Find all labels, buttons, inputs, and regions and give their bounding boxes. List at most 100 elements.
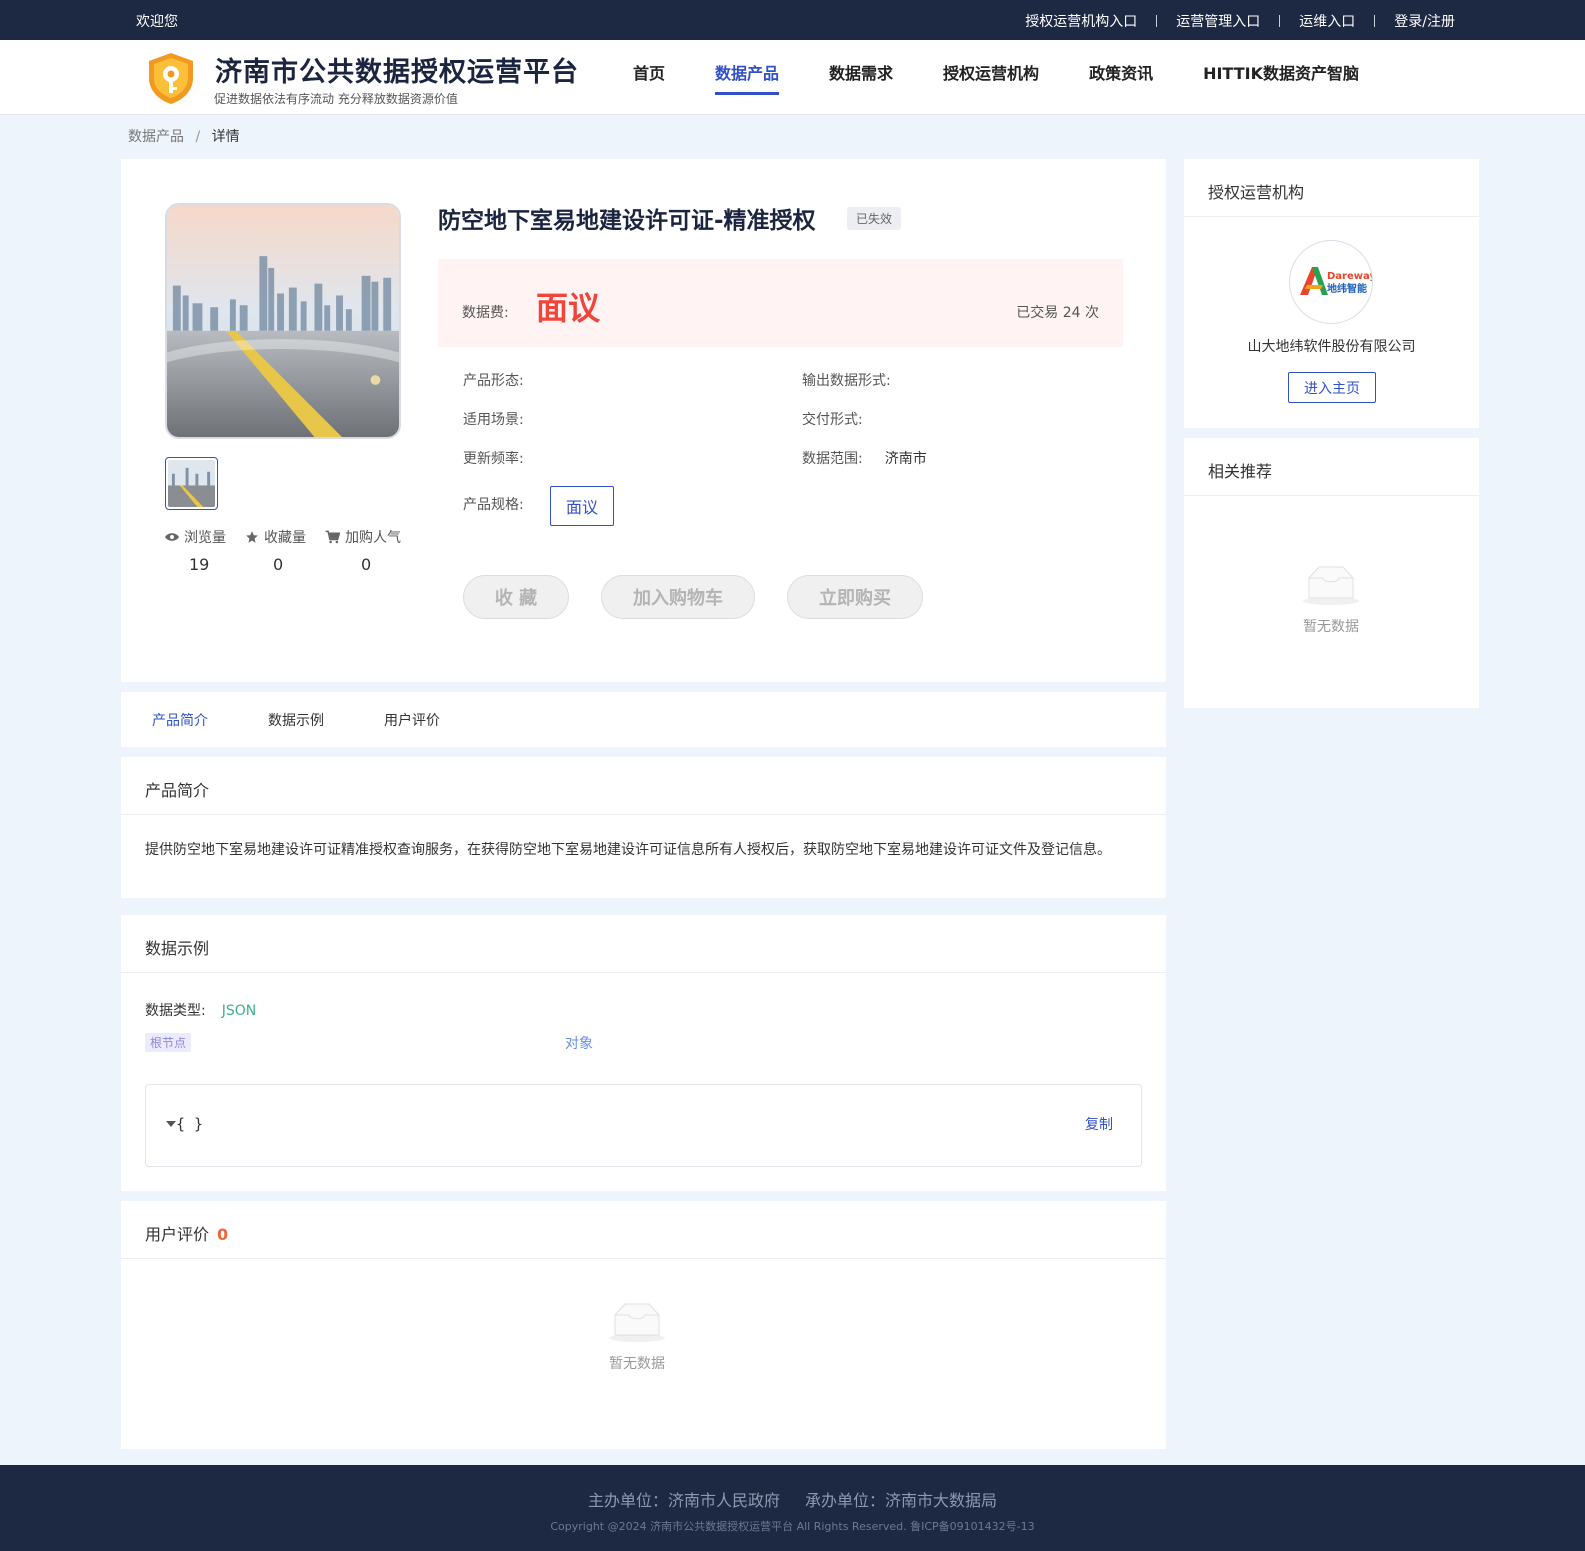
tab-sample[interactable]: 数据示例 bbox=[268, 710, 324, 730]
star-icon bbox=[246, 531, 258, 543]
product-thumbnail[interactable] bbox=[165, 457, 218, 510]
attr-spec: 产品规格: bbox=[463, 494, 524, 514]
intro-section: 产品简介 提供防空地下室易地建设许可证精准授权查询服务，在获得防空地下室易地建设… bbox=[121, 757, 1166, 898]
attr-delivery-label: 交付形式: bbox=[802, 412, 863, 428]
product-title: 防空地下室易地建设许可证-精准授权 bbox=[438, 208, 816, 234]
spec-option-button[interactable]: 面议 bbox=[550, 486, 614, 526]
reviews-count: 0 bbox=[217, 1225, 229, 1244]
stat-favorites: 收藏量 0 bbox=[245, 527, 325, 574]
json-viewer: { } 复制 bbox=[145, 1084, 1142, 1167]
related-card-title: 相关推荐 bbox=[1184, 438, 1479, 496]
link-ops-mgmt[interactable]: 运营管理入口 bbox=[1176, 11, 1260, 31]
attr-frequency: 更新频率: bbox=[463, 448, 546, 468]
detail-tabs: 产品简介 数据示例 用户评价 bbox=[121, 692, 1166, 747]
link-org-entry[interactable]: 授权运营机构入口 bbox=[1025, 11, 1137, 31]
reviews-title: 用户评价 bbox=[145, 1225, 210, 1244]
link-login-register[interactable]: 登录/注册 bbox=[1394, 11, 1455, 31]
attr-range: 数据范围: 济南市 bbox=[802, 448, 927, 468]
root-node-tag: 根节点 bbox=[145, 1033, 192, 1052]
org-homepage-button[interactable]: 进入主页 bbox=[1288, 372, 1376, 403]
org-logo-cn: 地纬智能 bbox=[1327, 282, 1367, 295]
stat-cart-label: 加购人气 bbox=[345, 530, 401, 546]
attr-scene-label: 适用场景: bbox=[463, 412, 524, 428]
product-image bbox=[165, 203, 401, 439]
intro-text: 提供防空地下室易地建设许可证精准授权查询服务，在获得防空地下室易地建设许可证信息… bbox=[145, 842, 1111, 858]
data-type: 数据类型: JSON bbox=[145, 1000, 256, 1020]
empty-inbox-icon bbox=[1303, 566, 1359, 605]
traded-count: 已交易 24 次 bbox=[1016, 305, 1099, 321]
buy-now-button[interactable]: 立即购买 bbox=[787, 575, 923, 619]
org-logo-en: Dareway bbox=[1327, 271, 1373, 282]
top-bar: 欢迎您 授权运营机构入口 运营管理入口 运维入口 登录/注册 bbox=[0, 0, 1585, 40]
link-maintenance[interactable]: 运维入口 bbox=[1299, 11, 1355, 31]
nav-hittik-brain[interactable]: HITTIK数据资产智脑 bbox=[1203, 60, 1359, 95]
attr-frequency-label: 更新频率: bbox=[463, 451, 524, 467]
nav-authorized-orgs[interactable]: 授权运营机构 bbox=[943, 60, 1039, 95]
attr-range-label: 数据范围: bbox=[802, 451, 863, 467]
stat-views-value: 19 bbox=[189, 555, 210, 574]
stat-views: 浏览量 19 bbox=[165, 527, 245, 574]
add-cart-button[interactable]: 加入购物车 bbox=[601, 575, 755, 619]
cart-icon bbox=[325, 530, 340, 544]
sample-title: 数据示例 bbox=[121, 915, 1166, 973]
main-nav: 首页 数据产品 数据需求 授权运营机构 政策资讯 HITTIK数据资产智脑 bbox=[633, 60, 1409, 95]
attr-delivery: 交付形式: bbox=[802, 409, 885, 429]
breadcrumb-parent[interactable]: 数据产品 bbox=[128, 129, 184, 145]
reviews-header: 用户评价 0 bbox=[121, 1201, 1166, 1259]
org-card-title: 授权运营机构 bbox=[1184, 159, 1479, 217]
attr-output: 输出数据形式: bbox=[802, 370, 913, 390]
divider bbox=[1374, 15, 1376, 27]
attr-form: 产品形态: bbox=[463, 370, 546, 390]
copy-button[interactable]: 复制 bbox=[1085, 1114, 1113, 1134]
stat-favorites-label: 收藏量 bbox=[264, 530, 306, 546]
stat-favorites-value: 0 bbox=[273, 555, 284, 574]
attr-spec-label: 产品规格: bbox=[463, 497, 524, 513]
tab-intro[interactable]: 产品简介 bbox=[152, 710, 208, 730]
root-node-type: 对象 bbox=[565, 1036, 593, 1052]
org-card: 授权运营机构 Dareway 地纬智能 山大地纬软件股份有限公司 进入主页 bbox=[1184, 159, 1479, 428]
favorite-button[interactable]: 收 藏 bbox=[463, 575, 569, 619]
stat-cart-value: 0 bbox=[361, 555, 372, 574]
related-empty: 暂无数据 bbox=[1281, 564, 1381, 636]
stat-cart: 加购人气 0 bbox=[325, 527, 415, 574]
price-box: 数据费: 面议 已交易 24 次 bbox=[438, 259, 1123, 347]
footer-host: 主办单位：济南市人民政府 bbox=[587, 1491, 780, 1510]
nav-policy-news[interactable]: 政策资讯 bbox=[1089, 60, 1153, 95]
stat-views-label: 浏览量 bbox=[184, 530, 226, 546]
caret-down-icon[interactable] bbox=[166, 1120, 176, 1128]
site-subtitle: 促进数据依法有序流动 充分释放数据资源价值 bbox=[214, 92, 458, 106]
price-label: 数据费: bbox=[462, 305, 509, 321]
reviews-empty-text: 暂无数据 bbox=[609, 1356, 665, 1372]
eye-icon bbox=[165, 533, 179, 541]
site-footer: 主办单位：济南市人民政府 承办单位：济南市大数据局 Copyright @202… bbox=[0, 1465, 1585, 1551]
dareway-logo-icon: Dareway 地纬智能 bbox=[1300, 267, 1373, 295]
price-value: 面议 bbox=[536, 289, 601, 327]
intro-title: 产品简介 bbox=[121, 757, 1166, 815]
breadcrumb-separator: / bbox=[195, 129, 201, 145]
attr-scene: 适用场景: bbox=[463, 409, 546, 429]
attr-form-label: 产品形态: bbox=[463, 373, 524, 389]
divider bbox=[1279, 15, 1281, 27]
reviews-empty: 暂无数据 bbox=[587, 1301, 687, 1373]
related-empty-text: 暂无数据 bbox=[1303, 619, 1359, 635]
site-header: 济南市公共数据授权运营平台 促进数据依法有序流动 充分释放数据资源价值 首页 数… bbox=[0, 40, 1585, 115]
nav-data-demand[interactable]: 数据需求 bbox=[829, 60, 893, 95]
sample-section: 数据示例 数据类型: JSON 根节点 对象 { } 复制 bbox=[121, 915, 1166, 1191]
json-code-text: { } bbox=[176, 1115, 204, 1133]
tab-reviews[interactable]: 用户评价 bbox=[384, 710, 440, 730]
footer-undertaker: 承办单位：济南市大数据局 bbox=[805, 1491, 998, 1510]
divider bbox=[1156, 15, 1158, 27]
nav-data-products[interactable]: 数据产品 bbox=[715, 60, 780, 95]
attr-range-value: 济南市 bbox=[884, 451, 927, 467]
json-code: { } bbox=[166, 1115, 203, 1133]
related-card: 相关推荐 暂无数据 bbox=[1184, 438, 1479, 708]
data-type-label: 数据类型: bbox=[145, 1003, 206, 1019]
breadcrumb: 数据产品 / 详情 bbox=[128, 126, 240, 146]
nav-home[interactable]: 首页 bbox=[633, 60, 665, 95]
org-logo: Dareway 地纬智能 bbox=[1289, 240, 1373, 324]
welcome-text: 欢迎您 bbox=[136, 14, 178, 30]
site-title[interactable]: 济南市公共数据授权运营平台 bbox=[215, 50, 579, 89]
attr-output-label: 输出数据形式: bbox=[802, 373, 891, 389]
product-stats: 浏览量 19 收藏量 0 加购人气 0 bbox=[165, 527, 415, 574]
footer-copyright: Copyright @2024 济南市公共数据授权运营平台 All Rights… bbox=[550, 1520, 1035, 1533]
